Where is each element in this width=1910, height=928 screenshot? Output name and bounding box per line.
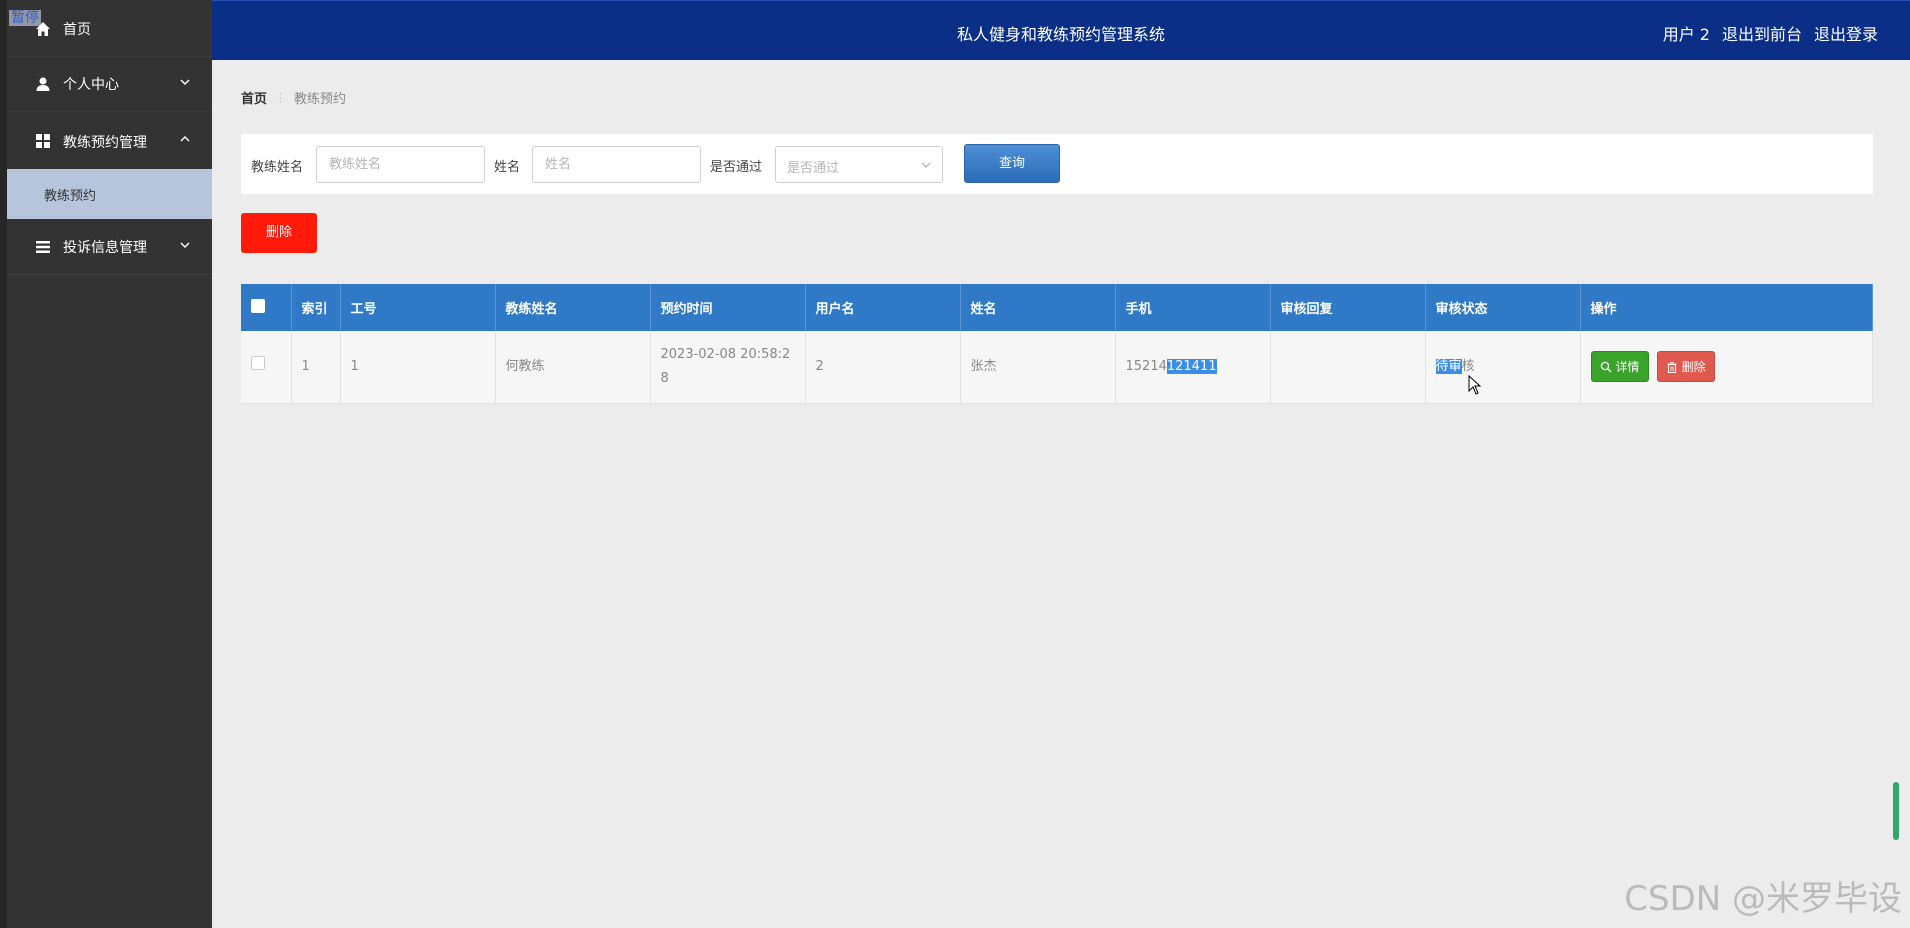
header-actions: 操作 [1580,284,1873,331]
sidebar-item-label: 教练预约管理 [63,134,147,151]
row-delete-button-label: 删除 [1681,359,1706,374]
coach-name-input[interactable] [316,146,485,183]
watermark: CSDN @米罗毕设 [1624,879,1902,919]
status-text: 核 [1461,358,1475,374]
sidebar-item-complaint-management[interactable]: 投诉信息管理 [7,220,212,275]
table-header-row: 索引 工号 教练姓名 预约时间 用户名 姓名 手机 审核回复 审核状态 操作 [241,284,1873,331]
cell-review-status: 待审核 [1425,331,1581,404]
header-review-status: 审核状态 [1425,284,1581,331]
scrollbar-thumb[interactable] [1893,782,1899,840]
top-header: 私人健身和教练预约管理系统 用户 2 退出到前台 退出登录 [212,0,1910,60]
header-phone: 手机 [1115,284,1271,331]
mouse-cursor-icon [1468,375,1482,395]
breadcrumb-separator: ⋮ [275,91,287,104]
sidebar-edge [0,0,7,928]
approved-select-placeholder: 是否通过 [787,161,840,176]
search-panel: 教练姓名 姓名 是否通过 是否通过 查询 [241,134,1873,194]
select-all-checkbox[interactable] [251,298,265,313]
breadcrumb: 首页 ⋮ 教练预约 [241,88,346,107]
logout-link[interactable]: 退出登录 [1814,21,1878,45]
header-name: 姓名 [960,284,1116,331]
row-delete-button[interactable]: 删除 [1656,351,1715,383]
name-input[interactable] [532,146,701,183]
search-icon [1600,361,1611,373]
cell-username: 2 [805,331,961,404]
approved-select[interactable]: 是否通过 [775,146,943,183]
header-select-all[interactable] [241,284,292,331]
table-row: 1 1 何教练 2023-02-08 20:58:28 2 张杰 1521412… [241,331,1873,404]
cell-review-reply [1270,331,1426,404]
cell-booking-time: 2023-02-08 20:58:28 [650,331,806,404]
cell-coach-name: 何教练 [495,331,651,404]
sidebar-item-personal-center[interactable]: 个人中心 [7,57,212,112]
chevron-up-icon [180,135,190,142]
phone-text-selected: 121411 [1166,358,1217,374]
header-username: 用户名 [805,284,961,331]
chevron-down-icon [180,79,190,86]
query-button[interactable]: 查询 [964,144,1060,183]
cell-index: 1 [291,331,341,404]
row-checkbox[interactable] [251,355,265,370]
status-text-selected: 待审 [1435,358,1462,374]
pause-overlay-label: 暂停 [9,10,41,26]
cell-name: 张杰 [960,331,1116,404]
trash-icon [1667,361,1677,373]
header-coach-name: 教练姓名 [495,284,651,331]
header-index: 索引 [291,284,341,331]
header-booking-time: 预约时间 [650,284,806,331]
header-review-reply: 审核回复 [1270,284,1426,331]
sidebar-subitem-coach-booking[interactable]: 教练预约 [7,169,212,219]
batch-delete-button[interactable]: 删除 [241,213,317,253]
app-title: 私人健身和教练预约管理系统 [956,25,1165,44]
breadcrumb-current: 教练预约 [294,92,347,107]
sidebar-item-label: 投诉信息管理 [63,240,147,256]
header-user-area: 用户 2 退出到前台 退出登录 [1663,21,1878,45]
cell-phone: 15214121411 [1115,331,1271,404]
breadcrumb-home[interactable]: 首页 [241,88,267,107]
sidebar-subitem-label: 教练预约 [44,188,97,204]
coach-name-label: 教练姓名 [251,160,304,175]
cell-actions: 详情 删除 [1580,331,1873,404]
detail-button-label: 详情 [1615,359,1640,374]
cell-job-no: 1 [340,331,496,404]
name-label: 姓名 [494,160,521,175]
detail-button[interactable]: 详情 [1590,351,1649,383]
booking-table: 索引 工号 教练姓名 预约时间 用户名 姓名 手机 审核回复 审核状态 操作 1… [241,284,1873,404]
chevron-down-icon [180,242,190,249]
sidebar: 首页 个人中心 教练预约管理 教练预约 投诉信息管理 暂停 [0,0,212,928]
approved-label: 是否通过 [710,160,763,175]
chevron-down-icon [921,162,931,168]
row-select-cell[interactable] [241,331,292,404]
sidebar-item-coach-booking-management[interactable]: 教练预约管理 [7,114,212,169]
phone-text: 15214 [1125,358,1167,374]
sidebar-item-label: 个人中心 [63,77,119,93]
current-user: 用户 2 [1662,25,1710,44]
sidebar-item-label: 首页 [63,22,91,38]
back-to-front-link[interactable]: 退出到前台 [1722,21,1802,45]
grid-icon [36,134,50,148]
user-icon [36,77,50,91]
list-icon [36,241,50,253]
header-job-no: 工号 [340,284,496,331]
